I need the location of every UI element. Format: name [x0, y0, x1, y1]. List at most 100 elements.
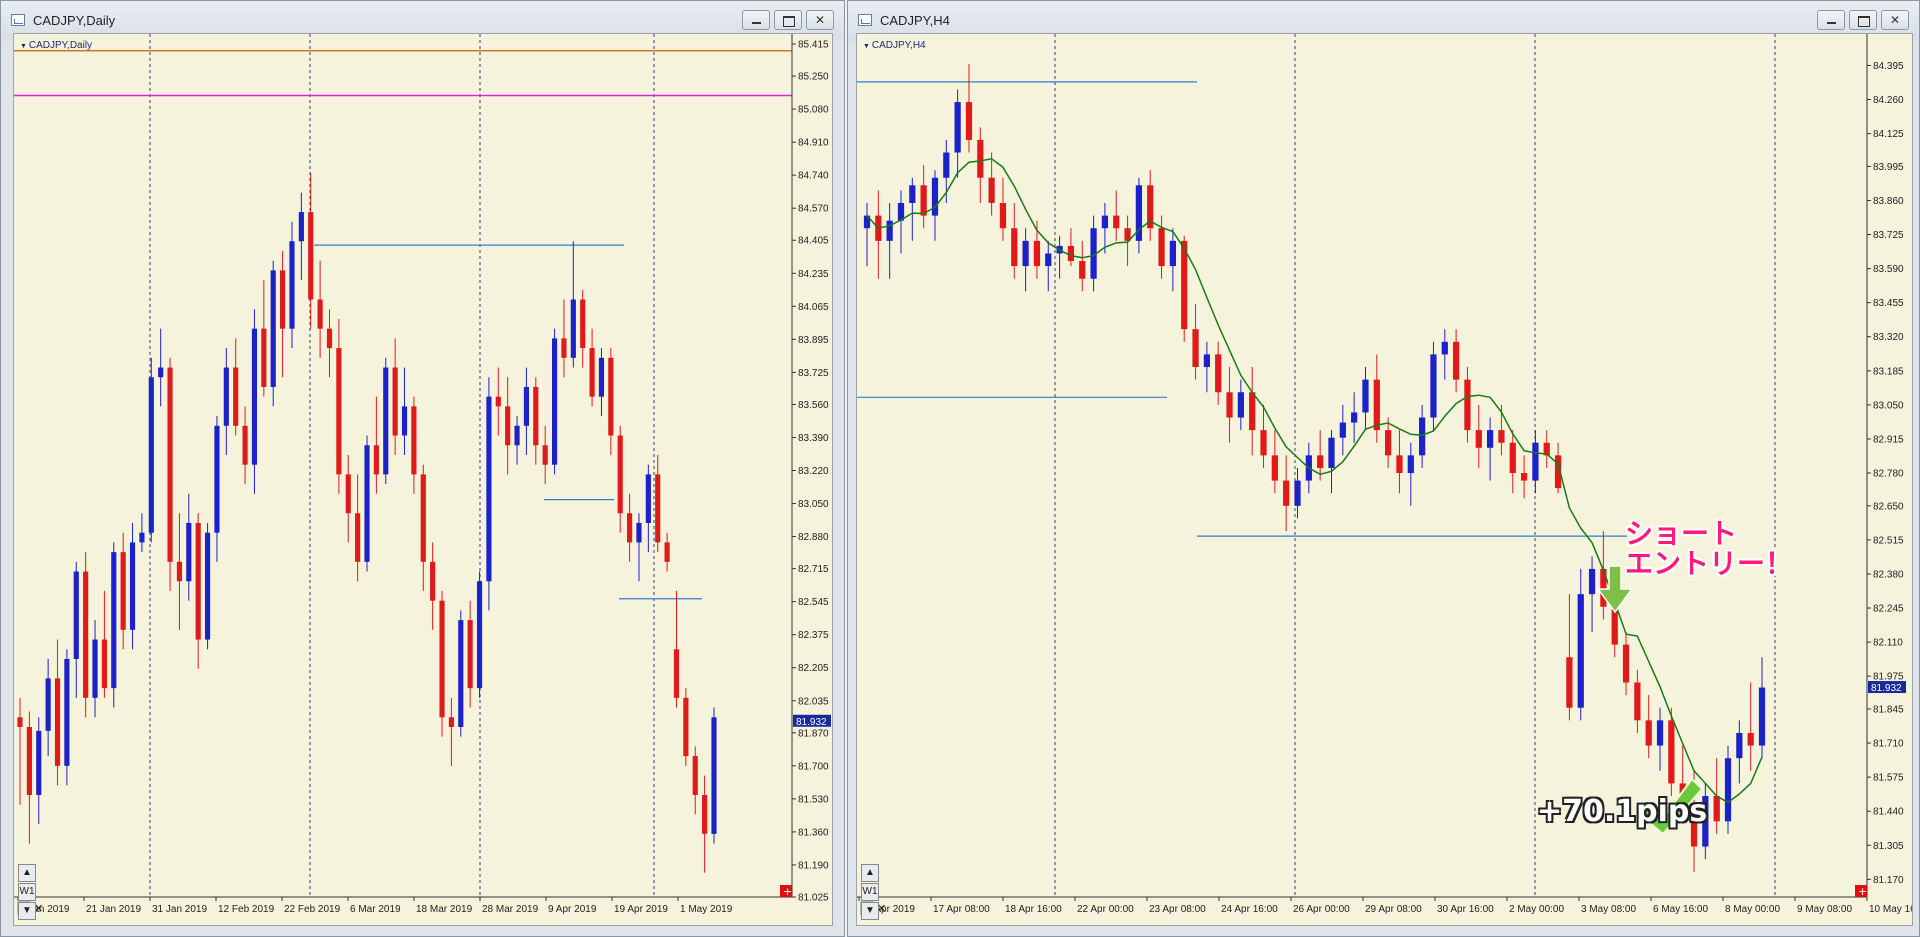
close-icon: ✕: [1889, 13, 1901, 27]
date-tick-label: 31 Jan 2019: [152, 904, 207, 915]
price-tick-label: 84.405: [798, 236, 829, 247]
candle-body: [1577, 594, 1584, 708]
candle-body: [1067, 245, 1075, 262]
candle-body: [167, 367, 173, 562]
price-tick-label: 83.995: [1873, 162, 1904, 173]
scroll-up-button[interactable]: ▲: [861, 864, 879, 882]
price-tick-label: 84.395: [1873, 61, 1904, 72]
date-tick-label: 9 May 08:00: [1797, 904, 1852, 915]
date-tick-label: 21 Jan 2019: [86, 904, 141, 915]
price-tick-label: 83.455: [1873, 298, 1904, 309]
candle-body: [965, 102, 973, 140]
candle-body: [931, 177, 939, 216]
candle-body: [1419, 417, 1426, 456]
candle-body: [1192, 329, 1199, 368]
candle-body: [692, 756, 698, 795]
candle-body: [551, 338, 558, 465]
chart-window-icon: [858, 14, 872, 26]
candle-body: [664, 542, 670, 562]
price-tick-label: 83.050: [798, 499, 829, 510]
annotation-entry: エントリー！: [1625, 547, 1794, 580]
price-tick-label: 82.035: [798, 696, 829, 707]
chart-canvas-h4[interactable]: 84.395 84.260 84.125 83.995 83.860 83.725 83.5…: [856, 33, 1913, 926]
candle-body: [36, 730, 42, 795]
period-button[interactable]: W1: [861, 883, 879, 901]
price-tick-label: 81.305: [1873, 841, 1904, 852]
chart-background: [857, 34, 1912, 925]
period-button[interactable]: W1: [18, 883, 36, 901]
candle-body: [1271, 455, 1278, 481]
candle-body: [1645, 720, 1652, 746]
candle-body: [467, 620, 473, 689]
candle-body: [886, 220, 893, 241]
price-tick-label: 81.440: [1873, 807, 1904, 818]
price-tick-label: 82.715: [798, 564, 829, 575]
candle-body: [1747, 732, 1754, 746]
candle-body: [129, 542, 136, 630]
candle-body: [448, 717, 454, 727]
candlestick-chart-h4[interactable]: 84.395 84.260 84.125 83.995 83.860 83.725 83.5…: [857, 34, 1913, 926]
price-tick-label: 82.915: [1873, 434, 1904, 445]
price-tick-label: 81.845: [1873, 704, 1904, 715]
candle-body: [1407, 455, 1414, 474]
price-tick-label: 81.710: [1873, 739, 1904, 750]
scroll-up-button[interactable]: ▲: [18, 864, 36, 882]
candle-body: [542, 445, 548, 465]
price-tick-label: 83.725: [798, 368, 829, 379]
candle-body: [1113, 215, 1120, 229]
candle-body: [364, 445, 370, 562]
minimize-button[interactable]: [1817, 10, 1845, 30]
chart-window-h4[interactable]: CADJPY,H4 ✕ 84.395 84.260 84.125 83.995 83.8…: [847, 0, 1920, 937]
scroll-down-button[interactable]: ▼: [18, 902, 36, 920]
chart-window-daily[interactable]: CADJPY,Daily ✕ 85.415 85.250 85.080 84.910 8…: [0, 0, 845, 937]
candle-body: [589, 348, 595, 397]
plus-icon: +: [783, 885, 792, 898]
chart-canvas-daily[interactable]: 85.415 85.250 85.080 84.910 84.740 84.570 84.4…: [13, 33, 833, 926]
candle-body: [101, 639, 107, 689]
date-tick-label: 1 May 2019: [680, 904, 733, 915]
price-tick-label: 83.390: [798, 433, 829, 444]
candle-body: [261, 328, 267, 387]
candle-body: [83, 571, 89, 698]
candle-body: [120, 552, 126, 630]
candle-body: [523, 386, 530, 426]
pips-result-label: +70.1pips: [1537, 794, 1708, 829]
candle-body: [1226, 392, 1233, 418]
minimize-icon: [1827, 22, 1836, 24]
candle-body: [570, 299, 576, 358]
candle-body: [495, 396, 501, 407]
price-tick-label: 84.910: [798, 138, 829, 149]
price-tick-label: 85.080: [798, 105, 829, 116]
candle-body: [1520, 473, 1528, 481]
maximize-icon: [1858, 16, 1870, 27]
candle-body: [158, 367, 164, 378]
candle-body: [1430, 354, 1437, 418]
price-tick-label: 82.650: [1873, 501, 1904, 512]
candle-body: [954, 102, 961, 153]
maximize-button[interactable]: [1849, 10, 1877, 30]
candle-body: [673, 649, 680, 698]
price-tick-label: 84.065: [798, 302, 829, 313]
annotation-short: ショート: [1625, 517, 1738, 550]
candle-body: [401, 406, 408, 436]
close-button[interactable]: ✕: [1881, 10, 1909, 30]
candle-body: [1396, 455, 1403, 474]
price-tick-label: 82.780: [1873, 469, 1904, 480]
price-tick-label: 84.570: [798, 204, 829, 215]
candle-body: [1452, 341, 1460, 380]
candlestick-chart-daily[interactable]: 85.415 85.250 85.080 84.910 84.740 84.570 84.4…: [14, 34, 833, 926]
scroll-down-button[interactable]: ▼: [861, 902, 879, 920]
close-button[interactable]: ✕: [806, 10, 834, 30]
candle-body: [999, 202, 1007, 229]
candle-body: [1011, 228, 1018, 267]
minimize-button[interactable]: [742, 10, 770, 30]
candle-body: [655, 474, 661, 543]
maximize-button[interactable]: [774, 10, 802, 30]
candle-body: [336, 348, 342, 475]
price-tick-label: 82.545: [798, 597, 829, 608]
price-tick-label: 82.515: [1873, 535, 1904, 546]
date-tick-label: 8 May 00:00: [1725, 904, 1780, 915]
candle-body: [1101, 215, 1109, 229]
candle-body: [45, 678, 51, 731]
price-tick-label: 81.530: [798, 794, 829, 805]
